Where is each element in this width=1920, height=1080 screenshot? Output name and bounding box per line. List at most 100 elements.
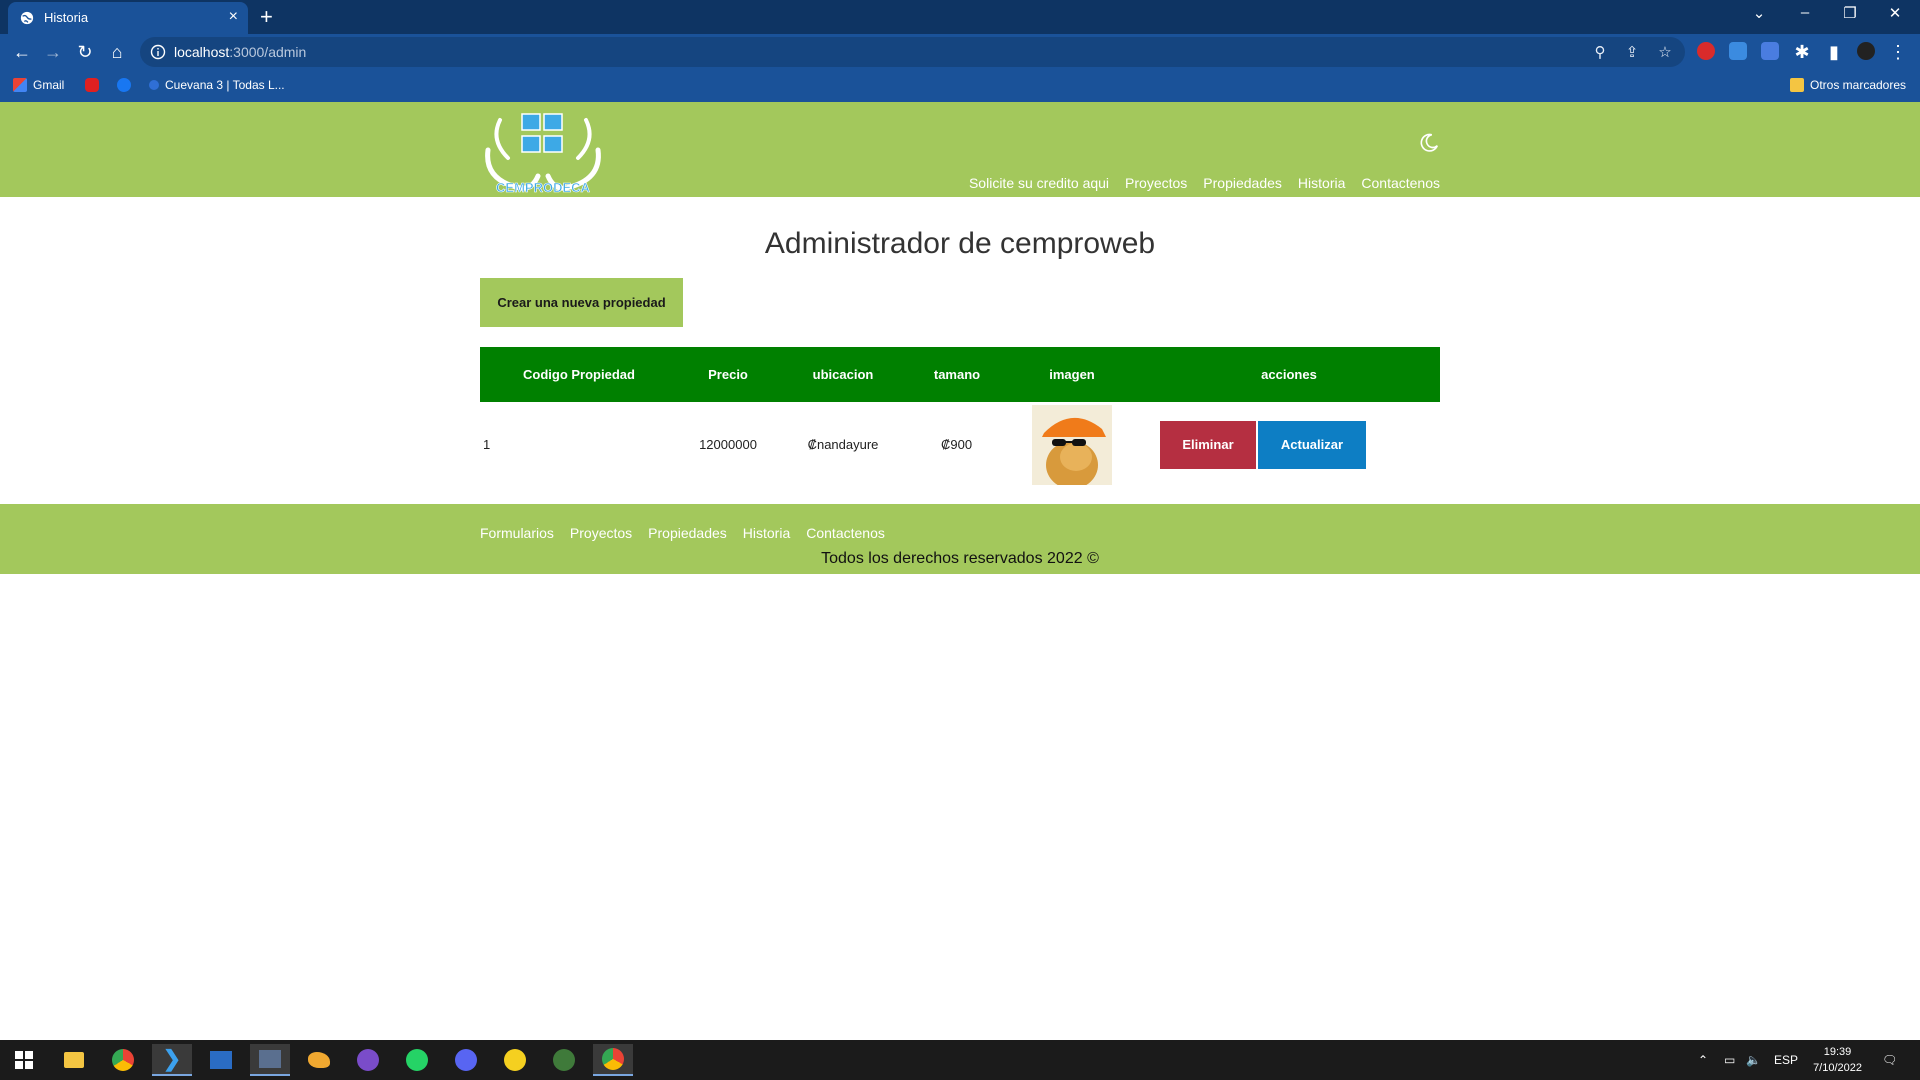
ssms-icon[interactable]: [250, 1044, 290, 1076]
header-ubicacion: ubicacion: [812, 367, 874, 382]
web-page: CEMPRODECA Solicite su credito aqui Proy…: [0, 102, 1920, 1040]
facebook-icon: [117, 78, 131, 92]
windows-taskbar: ❯ ⌃ ▭ 🔈 ESP 19:39 7/10/2022 🗨: [0, 1040, 1920, 1080]
forward-icon[interactable]: →: [41, 40, 65, 64]
browser-tab-active[interactable]: Historia ×: [8, 2, 248, 34]
chrome-menu-icon[interactable]: ⋮: [1886, 40, 1910, 64]
extensions-puzzle-icon[interactable]: ✱: [1790, 40, 1814, 64]
tray-expand-icon[interactable]: ⌃: [1698, 1040, 1708, 1080]
nav-link-proyectos[interactable]: Proyectos: [1125, 175, 1187, 191]
chrome-icon[interactable]: [103, 1044, 143, 1076]
notifications-icon[interactable]: 🗨: [1882, 1040, 1897, 1080]
dark-mode-moon-icon[interactable]: [1418, 132, 1440, 154]
extension-translate-icon[interactable]: [1761, 42, 1779, 60]
site-header: CEMPRODECA Solicite su credito aqui Proy…: [0, 102, 1920, 197]
footer-nav: Formularios Proyectos Propiedades Histor…: [480, 525, 885, 541]
system-clock[interactable]: 19:39 7/10/2022: [1813, 1044, 1862, 1076]
cell-codigo: 1: [483, 437, 491, 452]
cell-ubicacion: ₡nandayure: [807, 437, 879, 452]
home-icon[interactable]: ⌂: [105, 40, 129, 64]
github-icon[interactable]: [348, 1044, 388, 1076]
cell-imagen: [1006, 402, 1138, 487]
nav-link-propiedades[interactable]: Propiedades: [1203, 175, 1282, 191]
chrome-canary-icon[interactable]: [593, 1044, 633, 1076]
table-header-row: Codigo Propiedad Precio ubicacion tamano…: [480, 347, 1440, 402]
footer-link-contactenos[interactable]: Contactenos: [806, 525, 885, 541]
reload-icon[interactable]: ↻: [73, 40, 97, 64]
zoom-icon[interactable]: ⚲: [1590, 43, 1610, 63]
address-bar[interactable]: localhost:3000/admin ⚲ ⇪ ☆: [140, 37, 1685, 67]
footer-link-formularios[interactable]: Formularios: [480, 525, 554, 541]
discord-icon[interactable]: [446, 1044, 486, 1076]
share-icon[interactable]: ⇪: [1622, 43, 1642, 63]
file-explorer-icon[interactable]: [54, 1044, 94, 1076]
profile-avatar-icon[interactable]: [1857, 42, 1875, 60]
clock-time: 19:39: [1823, 1046, 1852, 1058]
header-codigo: Codigo Propiedad: [523, 367, 635, 382]
whatsapp-icon[interactable]: [397, 1044, 437, 1076]
browser-tabstrip: Historia × + ⌄ – ❐ ✕: [0, 0, 1920, 34]
nav-link-contactenos[interactable]: Contactenos: [1361, 175, 1440, 191]
extension-stop-icon[interactable]: [1697, 42, 1715, 60]
table-row: 1 12000000 ₡nandayure ₡900 Eliminar Actu…: [480, 402, 1440, 487]
footer-link-propiedades[interactable]: Propiedades: [648, 525, 727, 541]
header-tamano: tamano: [933, 367, 981, 382]
cuevana-icon: [149, 80, 159, 90]
properties-table: Codigo Propiedad Precio ubicacion tamano…: [480, 347, 1440, 487]
bookmark-star-icon[interactable]: ☆: [1655, 43, 1675, 63]
tab-close-icon[interactable]: ×: [229, 8, 238, 26]
delete-button[interactable]: Eliminar: [1160, 420, 1256, 469]
minimize-icon[interactable]: –: [1790, 4, 1820, 21]
logo-text: CEMPRODECA: [496, 180, 591, 195]
bookmarks-bar: Gmail Cuevana 3 | Todas L... Otros marca…: [0, 70, 1920, 102]
footer-link-proyectos[interactable]: Proyectos: [570, 525, 632, 541]
bookmark-label: Gmail: [33, 78, 65, 92]
language-indicator[interactable]: ESP: [1774, 1040, 1798, 1080]
copyright-text: Todos los derechos reservados 2022 ©: [821, 550, 1099, 567]
bookmark-cuevana[interactable]: Cuevana 3 | Todas L...: [149, 78, 285, 92]
bookmark-gmail[interactable]: Gmail: [13, 78, 64, 92]
app-green-icon[interactable]: [544, 1044, 584, 1076]
new-tab-icon[interactable]: +: [260, 4, 273, 30]
other-bookmarks[interactable]: Otros marcadores: [1790, 78, 1906, 92]
cell-acciones: Eliminar Actualizar: [1138, 402, 1440, 487]
tab-title: Historia: [44, 10, 89, 25]
back-icon[interactable]: ←: [10, 40, 34, 64]
cell-precio: 12000000: [699, 437, 757, 452]
update-button[interactable]: Actualizar: [1258, 420, 1366, 469]
nav-link-credito[interactable]: Solicite su credito aqui: [969, 175, 1109, 191]
site-info-icon[interactable]: [150, 44, 166, 60]
extension-cloud-icon[interactable]: [1729, 42, 1747, 60]
volume-icon[interactable]: 🔈: [1746, 1040, 1761, 1080]
restore-icon[interactable]: ❐: [1835, 4, 1865, 22]
windows-start-icon[interactable]: [4, 1044, 44, 1076]
property-image: [1032, 404, 1112, 485]
window-close-icon[interactable]: ✕: [1880, 4, 1910, 22]
url-text: localhost:3000/admin: [174, 44, 306, 60]
bookmark-youtube[interactable]: [85, 78, 99, 92]
norton-icon[interactable]: [495, 1044, 535, 1076]
url-host: localhost: [174, 44, 230, 60]
header-acciones: acciones: [1261, 367, 1317, 382]
clock-date: 7/10/2022: [1813, 1062, 1862, 1074]
header-imagen: imagen: [1049, 367, 1095, 382]
browser-toolbar: ← → ↻ ⌂ localhost:3000/admin ⚲ ⇪ ☆ ✱ ▮ ⋮: [0, 34, 1920, 70]
footer-link-historia[interactable]: Historia: [743, 525, 790, 541]
side-panel-icon[interactable]: ▮: [1822, 40, 1846, 64]
page-title: Administrador de cemproweb: [764, 227, 1156, 260]
nav-link-historia[interactable]: Historia: [1298, 175, 1345, 191]
powershell-icon[interactable]: [201, 1044, 241, 1076]
app-bird-icon[interactable]: [299, 1044, 339, 1076]
create-property-button[interactable]: Crear una nueva propiedad: [480, 278, 683, 327]
network-icon[interactable]: ▭: [1724, 1040, 1735, 1080]
cemprodeca-logo[interactable]: CEMPRODECA: [480, 110, 606, 195]
site-footer: Formularios Proyectos Propiedades Histor…: [0, 504, 1920, 574]
bookmark-facebook[interactable]: [117, 78, 131, 92]
other-bookmarks-label: Otros marcadores: [1810, 78, 1907, 92]
bookmark-label: Cuevana 3 | Todas L...: [165, 78, 285, 92]
url-path: :3000/admin: [229, 44, 307, 60]
tab-search-icon[interactable]: ⌄: [1744, 4, 1774, 22]
folder-icon: [1790, 78, 1804, 92]
vscode-icon[interactable]: ❯: [152, 1044, 192, 1076]
header-precio: Precio: [708, 367, 748, 382]
